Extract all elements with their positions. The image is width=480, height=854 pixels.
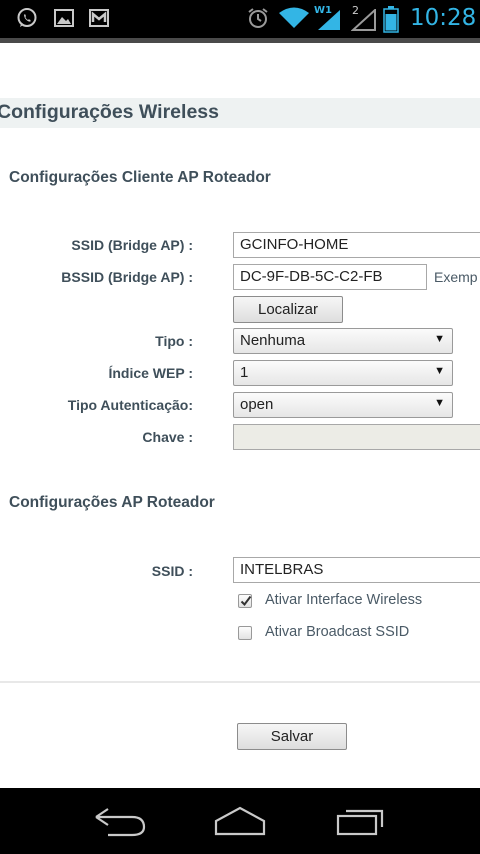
key-input[interactable] — [233, 424, 480, 450]
wep-index-select[interactable]: 1 ▼ — [233, 360, 453, 386]
client-section-title: Configurações Cliente AP Roteador — [9, 169, 271, 186]
back-icon[interactable] — [94, 806, 146, 838]
key-label: Chave : — [142, 429, 193, 445]
wep-index-label: Índice WEP : — [108, 365, 193, 381]
home-icon[interactable] — [214, 806, 266, 838]
enable-wireless-checkbox[interactable] — [238, 594, 252, 608]
tipo-label: Tipo : — [155, 333, 193, 349]
battery-icon — [383, 6, 399, 33]
tipo-select[interactable]: Nenhuma ▼ — [233, 328, 453, 354]
auth-type-select[interactable]: open ▼ — [233, 392, 453, 418]
signal-icon — [318, 10, 340, 30]
tipo-select-value: Nenhuma — [240, 332, 306, 349]
bssid-input[interactable]: DC-9F-DB-5C-C2-FB — [233, 264, 427, 290]
gmail-icon — [89, 9, 109, 27]
save-button[interactable]: Salvar — [237, 723, 347, 750]
ap-ssid-input[interactable]: INTELBRAS — [233, 557, 480, 583]
status-bar: W1 2 10:28 — [0, 0, 480, 38]
wifi-icon — [279, 7, 309, 28]
ssid-bridge-label: SSID (Bridge AP) : — [71, 237, 193, 253]
gallery-icon — [54, 9, 74, 27]
checkmark-icon — [240, 595, 252, 607]
auth-type-label: Tipo Autenticação: — [67, 397, 193, 413]
whatsapp-icon — [17, 8, 37, 27]
navigation-bar — [0, 788, 480, 854]
auth-type-select-value: open — [240, 396, 274, 413]
ssid-bridge-input[interactable]: GCINFO-HOME — [233, 232, 480, 258]
broadcast-ssid-checkbox[interactable] — [238, 626, 252, 640]
web-content[interactable]: Configurações Wireless Configurações Cli… — [0, 43, 480, 788]
signal-2-icon — [351, 9, 376, 31]
page-title-band: Configurações Wireless — [0, 98, 480, 128]
ap-ssid-label: SSID : — [151, 563, 193, 579]
dropdown-arrow-icon: ▼ — [434, 397, 445, 409]
wep-index-select-value: 1 — [240, 364, 249, 381]
enable-wireless-label: Ativar Interface Wireless — [265, 592, 423, 608]
broadcast-ssid-label: Ativar Broadcast SSID — [265, 624, 410, 640]
ap-section-title: Configurações AP Roteador — [9, 494, 215, 511]
dropdown-arrow-icon: ▼ — [434, 333, 445, 345]
bssid-label: BSSID (Bridge AP) : — [61, 269, 193, 285]
bssid-example-hint: Exemp — [434, 269, 478, 285]
page-title: Configurações Wireless — [0, 101, 219, 123]
dropdown-arrow-icon: ▼ — [434, 365, 445, 377]
recent-apps-icon[interactable] — [336, 806, 388, 838]
section-divider — [0, 681, 480, 683]
locate-button[interactable]: Localizar — [233, 296, 343, 323]
clock: 10:28 — [410, 5, 477, 31]
alarm-icon — [248, 8, 268, 28]
